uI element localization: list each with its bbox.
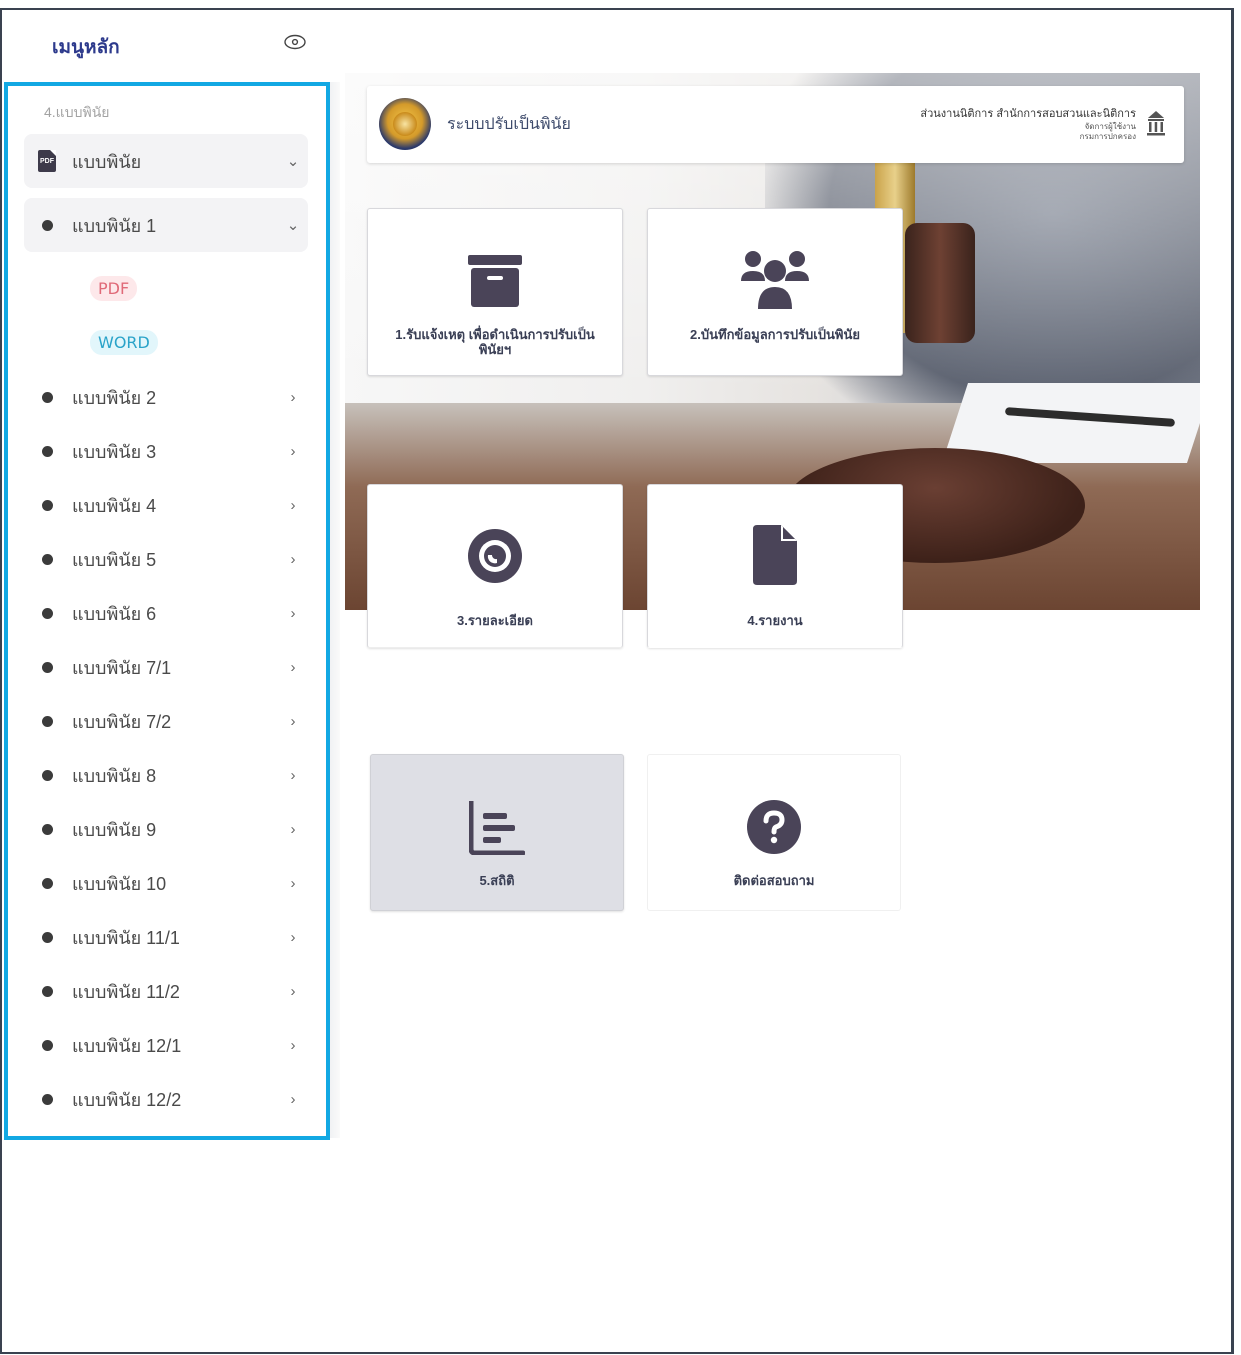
tile-label: ติดต่อสอบถาม — [733, 873, 815, 888]
chevron-right-icon: › — [290, 928, 296, 946]
bullet-icon — [41, 769, 53, 781]
tile-report-incident[interactable]: 1.รับแจ้งเหตุ เพื่อดำเนินการปรับเป็นพินั… — [367, 208, 623, 376]
sidebar-item-label: แบบพินัย 12/2 — [72, 1089, 182, 1110]
sidebar-item-form-1[interactable]: แบบพินัย 1 ⌄ — [24, 198, 308, 252]
tile-statistics[interactable]: 5.สถิติ — [370, 754, 624, 911]
sidebar-item-label: แบบพินัย 11/2 — [72, 981, 180, 1002]
file-icon — [753, 525, 797, 585]
tile-label: 4.รายงาน — [747, 613, 803, 628]
bullet-icon — [41, 715, 53, 727]
sidebar-item-form-8[interactable]: แบบพินัย 8 › — [24, 748, 308, 802]
tile-record-data[interactable]: 2.บันทึกข้อมูลการปรับเป็นพินัย — [647, 208, 903, 376]
chevron-right-icon: › — [290, 658, 296, 676]
chevron-right-icon: › — [290, 874, 296, 892]
sidebar-section-label: 4.แบบพินัย — [44, 104, 110, 120]
eye-icon[interactable] — [284, 34, 306, 50]
sidebar-item-form-2[interactable]: แบบพินัย 2 › — [24, 370, 308, 424]
bullet-icon — [41, 553, 53, 565]
sidebar-item-form-5[interactable]: แบบพินัย 5 › — [24, 532, 308, 586]
sidebar-item-form-7-1[interactable]: แบบพินัย 7/1 › — [24, 640, 308, 694]
org-subtitle: จัดการผู้ใช้งาน กรมการปกครอง — [1080, 122, 1136, 142]
sidebar-item-label: แบบพินัย 5 — [72, 549, 157, 570]
sidebar-item-form-3[interactable]: แบบพินัย 3 › — [24, 424, 308, 478]
sidebar-item-form-6[interactable]: แบบพินัย 6 › — [24, 586, 308, 640]
sidebar-item-label: แบบพินัย 6 — [72, 603, 157, 624]
pdf-file-icon: PDF — [38, 150, 56, 172]
menu-title: เมนูหลัก — [52, 36, 120, 58]
sidebar-item-form-9[interactable]: แบบพินัย 9 › — [24, 802, 308, 856]
org-name: ส่วนงานนิติการ สำนักการสอบสวนและนิติการ — [920, 108, 1136, 120]
bullet-icon — [41, 661, 53, 673]
chevron-down-icon: ⌄ — [286, 217, 300, 234]
tile-contact[interactable]: ติดต่อสอบถาม — [647, 754, 901, 911]
bullet-icon — [41, 445, 53, 457]
ministry-emblem-logo — [379, 98, 431, 150]
chevron-right-icon: › — [290, 820, 296, 838]
pdf-download-button[interactable]: PDF — [90, 276, 138, 301]
sidebar-group-forms[interactable]: PDF แบบพินัย ⌄ — [24, 134, 308, 188]
government-building-icon — [1147, 111, 1165, 136]
bullet-icon — [41, 1093, 53, 1105]
sidebar-item-form-11-1[interactable]: แบบพินัย 11/1 › — [24, 910, 308, 964]
header-card: ระบบปรับเป็นพินัย ส่วนงานนิติการ สำนักกา… — [367, 86, 1184, 163]
tile-details[interactable]: 3.รายละเอียด — [367, 484, 623, 648]
sidebar-item-label: แบบพินัย 8 — [72, 765, 157, 786]
sidebar-item-label: แบบพินัย 1 — [72, 215, 157, 236]
sidebar-item-form-12-1[interactable]: แบบพินัย 12/1 › — [24, 1018, 308, 1072]
chevron-right-icon: › — [290, 496, 296, 514]
bullet-icon — [41, 607, 53, 619]
tile-label: 5.สถิติ — [479, 873, 515, 888]
users-icon — [741, 251, 809, 309]
sidebar-group-label: แบบพินัย — [72, 151, 142, 172]
tile-label: 1.รับแจ้งเหตุ เพื่อดำเนินการปรับเป็นพินั… — [395, 327, 595, 357]
word-download-button[interactable]: WORD — [90, 330, 158, 355]
sidebar: 4.แบบพินัย PDF แบบพินัย ⌄ แบบพินัย 1 ⌄ P… — [4, 82, 330, 1140]
system-name: ระบบปรับเป็นพินัย — [447, 114, 571, 133]
department-name: กรมการปกครอง — [1079, 132, 1136, 141]
chevron-right-icon: › — [290, 1036, 296, 1054]
chevron-right-icon: › — [290, 388, 296, 406]
tile-report[interactable]: 4.รายงาน — [647, 484, 903, 648]
bullet-icon — [41, 219, 53, 231]
sidebar-item-form-12-2[interactable]: แบบพินัย 12/2 › — [24, 1072, 308, 1126]
chart-icon — [469, 801, 525, 855]
chevron-right-icon: › — [290, 442, 296, 460]
sidebar-item-label: แบบพินัย 12/1 — [72, 1035, 182, 1056]
archive-icon — [468, 255, 522, 307]
sidebar-item-label: แบบพินัย 3 — [72, 441, 157, 462]
bullet-icon — [41, 499, 53, 511]
sidebar-item-label: แบบพินัย 7/1 — [72, 657, 172, 678]
sidebar-shadow — [330, 82, 340, 1138]
sidebar-item-form-4[interactable]: แบบพินัย 4 › — [24, 478, 308, 532]
bullet-icon — [41, 985, 53, 997]
chevron-right-icon: › — [290, 550, 296, 568]
chevron-right-icon: › — [290, 1090, 296, 1108]
bullet-icon — [41, 1039, 53, 1051]
sidebar-item-label: แบบพินัย 2 — [72, 387, 157, 408]
bullet-icon — [41, 877, 53, 889]
chevron-down-icon: ⌄ — [286, 153, 300, 170]
chevron-right-icon: › — [290, 604, 296, 622]
chevron-right-icon: › — [290, 982, 296, 1000]
question-icon — [747, 800, 801, 854]
sidebar-item-label: แบบพินัย 7/2 — [72, 711, 172, 732]
user-management-link[interactable]: จัดการผู้ใช้งาน — [1080, 122, 1136, 132]
bullet-icon — [41, 391, 53, 403]
chevron-right-icon: › — [290, 712, 296, 730]
sidebar-item-label: แบบพินัย 4 — [72, 495, 157, 516]
chevron-right-icon: › — [290, 766, 296, 784]
sidebar-item-form-11-2[interactable]: แบบพินัย 11/2 › — [24, 964, 308, 1018]
sidebar-item-label: แบบพินัย 10 — [72, 873, 167, 894]
sidebar-item-form-7-2[interactable]: แบบพินัย 7/2 › — [24, 694, 308, 748]
tile-label: 3.รายละเอียด — [456, 613, 533, 628]
tile-label: 2.บันทึกข้อมูลการปรับเป็นพินัย — [690, 327, 860, 342]
bullet-icon — [41, 931, 53, 943]
bullet-icon — [41, 823, 53, 835]
eye-icon — [468, 529, 522, 583]
sidebar-item-label: แบบพินัย 11/1 — [72, 927, 180, 948]
sidebar-item-label: แบบพินัย 9 — [72, 819, 157, 840]
sidebar-item-form-10[interactable]: แบบพินัย 10 › — [24, 856, 308, 910]
